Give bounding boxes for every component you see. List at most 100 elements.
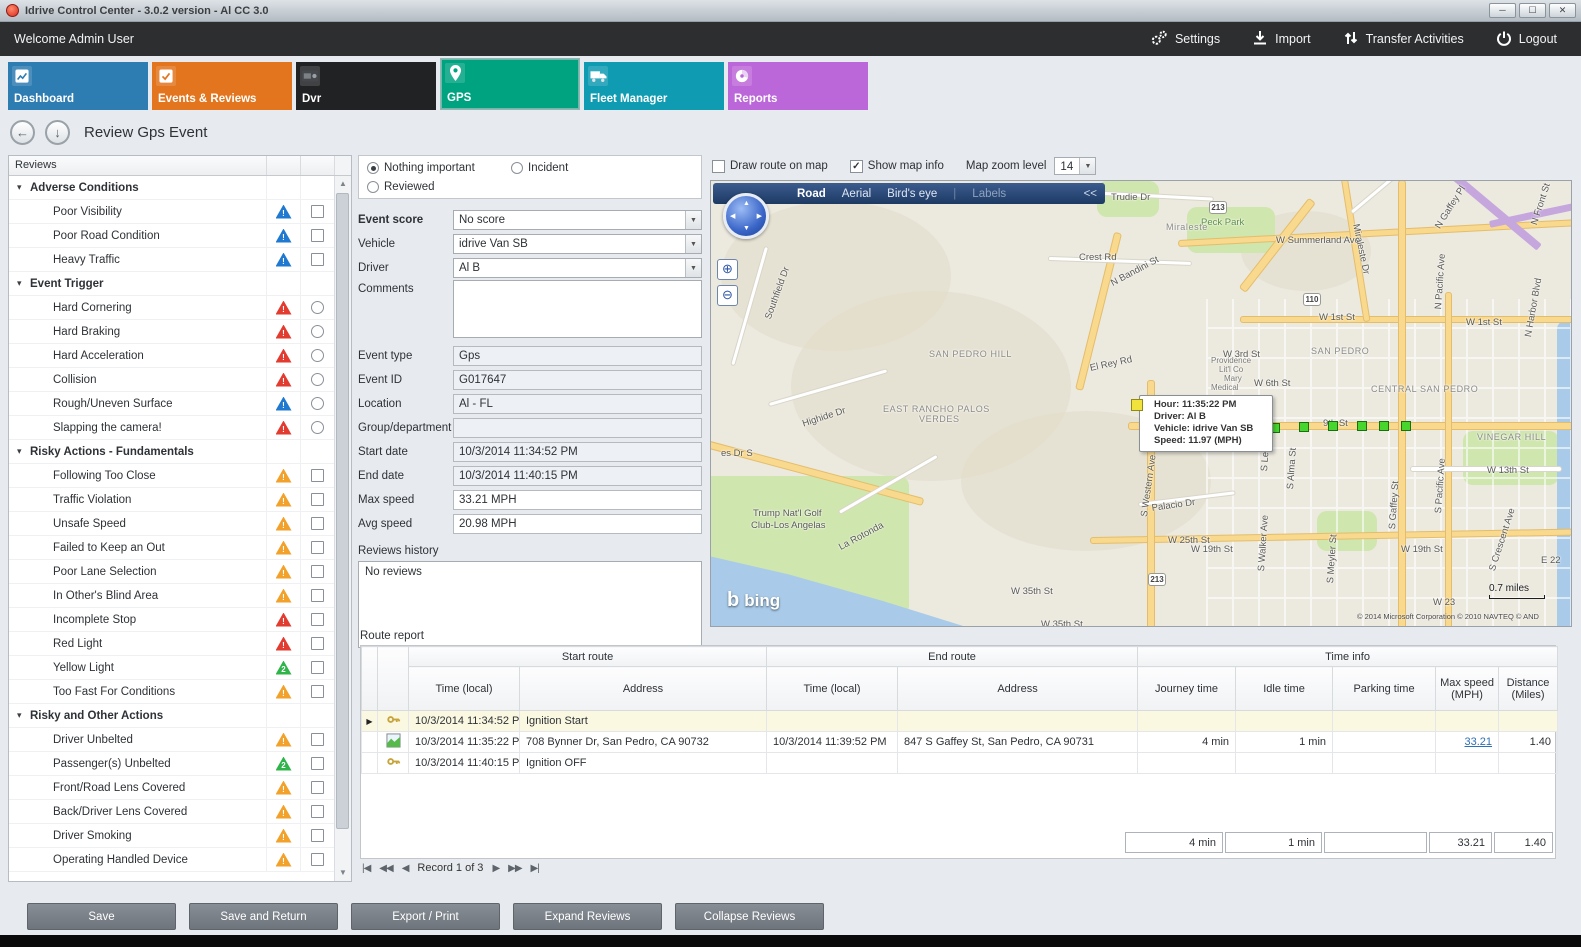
map-compass-control[interactable]: ▲▶▼◀ — [723, 193, 769, 239]
review-item-checkbox[interactable] — [311, 781, 324, 794]
radio-icon[interactable] — [511, 162, 523, 174]
save-button[interactable]: Save — [27, 903, 176, 930]
review-item-checkbox[interactable] — [311, 493, 324, 506]
review-item-checkbox[interactable] — [311, 469, 324, 482]
event-id-field[interactable]: G017647 — [453, 370, 702, 390]
pager-next-icon[interactable]: ▶▶ — [508, 863, 521, 874]
transfer-activities-button[interactable]: Transfer Activities — [1343, 30, 1464, 49]
zoom-out-button[interactable]: ⊖ — [717, 285, 738, 306]
comments-textarea[interactable] — [453, 280, 702, 338]
status-radio-nothing-important[interactable]: Nothing important — [367, 162, 475, 174]
viewbar-collapse-button[interactable]: << — [1084, 188, 1097, 200]
save-and-return-button[interactable]: Save and Return — [189, 903, 338, 930]
export-print-button[interactable]: Export / Print — [351, 903, 500, 930]
reviews-scrollbar[interactable]: ▲ ▼ — [334, 176, 351, 881]
map-view-aerial[interactable]: Aerial — [842, 188, 871, 200]
review-item-checkbox[interactable] — [311, 229, 324, 242]
max-speed-link[interactable]: 33.21 — [1465, 736, 1493, 748]
scroll-up-icon[interactable]: ▲ — [335, 176, 351, 192]
review-item-radio[interactable] — [311, 373, 324, 386]
pager-prev-icon[interactable]: ◀ — [402, 863, 409, 874]
tab-dashboard[interactable]: Dashboard — [8, 62, 148, 110]
collapse-caret-icon[interactable]: ▾ — [17, 446, 30, 457]
radio-icon[interactable] — [367, 162, 379, 174]
column-header-parking-time[interactable]: Parking time — [1333, 667, 1436, 711]
review-item-checkbox[interactable] — [311, 589, 324, 602]
review-item-checkbox[interactable] — [311, 853, 324, 866]
pager-next-icon[interactable]: ▶ — [492, 863, 499, 874]
review-item-checkbox[interactable] — [311, 757, 324, 770]
review-item-radio[interactable] — [311, 325, 324, 338]
status-radio-incident[interactable]: Incident — [511, 162, 568, 174]
column-header-time-local[interactable]: Time (local) — [409, 667, 520, 711]
expand-reviews-button[interactable]: Expand Reviews — [513, 903, 662, 930]
end-date-field[interactable]: 10/3/2014 11:40:15 PM — [453, 466, 702, 486]
tab-gps[interactable]: GPS — [440, 58, 580, 110]
review-item-checkbox[interactable] — [311, 517, 324, 530]
map-view-bird-s-eye[interactable]: Bird's eye — [887, 188, 937, 200]
collapse-caret-icon[interactable]: ▾ — [17, 278, 30, 289]
review-item-radio[interactable] — [311, 421, 324, 434]
review-item-checkbox[interactable] — [311, 613, 324, 626]
review-item-checkbox[interactable] — [311, 637, 324, 650]
close-button[interactable]: ✕ — [1549, 3, 1576, 18]
tab-reports[interactable]: Reports — [728, 62, 868, 110]
review-item-checkbox[interactable] — [311, 541, 324, 554]
radio-icon[interactable] — [367, 181, 379, 193]
zoom-in-button[interactable]: ⊕ — [717, 259, 738, 280]
route-row[interactable]: 10/3/2014 11:35:22 PM708 Bynner Dr, San … — [362, 732, 1558, 753]
route-row[interactable]: ▶10/3/2014 11:34:52 PMIgnition Start — [362, 711, 1558, 732]
route-marker[interactable] — [1379, 421, 1389, 431]
status-radio-reviewed[interactable]: Reviewed — [367, 181, 435, 193]
event-score-select[interactable]: No score▼ — [453, 210, 702, 230]
map-zoom-select[interactable]: 14 ▼ — [1054, 157, 1096, 175]
column-header-max-speed-mph[interactable]: Max speed (MPH) — [1436, 667, 1499, 711]
route-row[interactable]: 10/3/2014 11:40:15 PMIgnition OFF — [362, 753, 1558, 774]
column-header-idle-time[interactable]: Idle time — [1236, 667, 1333, 711]
tab-dvr[interactable]: Dvr — [296, 62, 436, 110]
column-header-address[interactable]: Address — [898, 667, 1138, 711]
column-header-address[interactable]: Address — [520, 667, 767, 711]
review-item-radio[interactable] — [311, 397, 324, 410]
pager-prev-icon[interactable]: ◀◀ — [379, 863, 392, 874]
back-button[interactable]: ← — [10, 120, 35, 145]
review-item-checkbox[interactable] — [311, 829, 324, 842]
route-marker[interactable] — [1131, 399, 1143, 411]
minimize-button[interactable]: ─ — [1489, 3, 1516, 18]
column-header-journey-time[interactable]: Journey time — [1138, 667, 1236, 711]
review-item-checkbox[interactable] — [311, 565, 324, 578]
map-view-road[interactable]: Road — [797, 188, 826, 200]
scroll-down-icon[interactable]: ▼ — [335, 865, 351, 881]
tab-events-reviews[interactable]: Events & Reviews — [152, 62, 292, 110]
collapse-down-button[interactable]: ↓ — [45, 120, 70, 145]
review-item-checkbox[interactable] — [311, 805, 324, 818]
column-header-distance-miles[interactable]: Distance (Miles) — [1499, 667, 1558, 711]
map[interactable]: RoadAerialBird's eye|Labels<< ▲▶▼◀ ⊕ ⊖ H… — [710, 180, 1572, 627]
review-item-checkbox[interactable] — [311, 253, 324, 266]
review-item-checkbox[interactable] — [311, 733, 324, 746]
collapse-caret-icon[interactable]: ▾ — [17, 710, 30, 721]
review-item-checkbox[interactable] — [311, 661, 324, 674]
scrollbar-thumb[interactable] — [336, 193, 349, 829]
vehicle-select[interactable]: idrive Van SB▼ — [453, 234, 702, 254]
draw-route-checkbox[interactable] — [712, 160, 725, 173]
settings-button[interactable]: Settings — [1150, 30, 1220, 49]
route-marker[interactable] — [1401, 421, 1411, 431]
avg-speed-field[interactable]: 20.98 MPH — [453, 514, 702, 534]
route-marker[interactable] — [1299, 422, 1309, 432]
pager-prev-icon[interactable]: |◀ — [362, 863, 370, 874]
collapse-caret-icon[interactable]: ▾ — [17, 182, 30, 193]
collapse-reviews-button[interactable]: Collapse Reviews — [675, 903, 824, 930]
max-speed-field[interactable]: 33.21 MPH — [453, 490, 702, 510]
logout-button[interactable]: Logout — [1496, 30, 1557, 49]
driver-select[interactable]: Al B▼ — [453, 258, 702, 278]
review-item-radio[interactable] — [311, 349, 324, 362]
review-item-radio[interactable] — [311, 301, 324, 314]
pager-next-icon[interactable]: ▶| — [531, 863, 539, 874]
review-item-checkbox[interactable] — [311, 205, 324, 218]
map-view-labels[interactable]: Labels — [972, 188, 1006, 200]
start-date-field[interactable]: 10/3/2014 11:34:52 PM — [453, 442, 702, 462]
import-button[interactable]: Import — [1252, 30, 1310, 49]
event-type-field[interactable]: Gps — [453, 346, 702, 366]
review-item-checkbox[interactable] — [311, 685, 324, 698]
